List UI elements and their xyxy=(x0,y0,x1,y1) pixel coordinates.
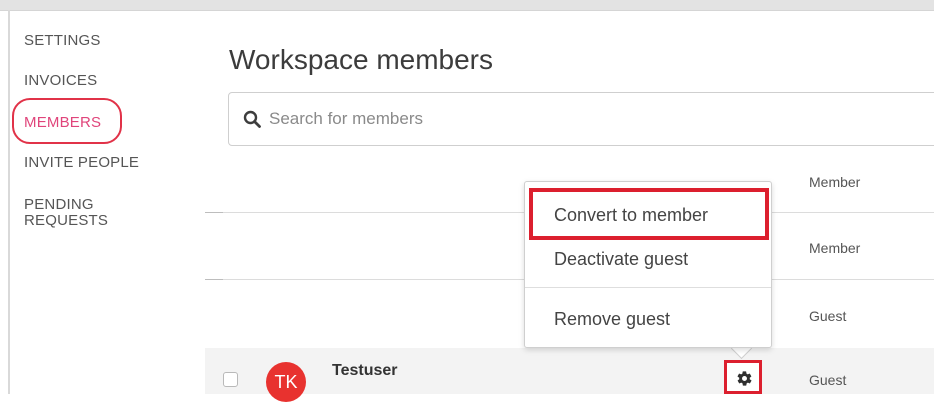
sidebar-item-invoices[interactable]: INVOICES xyxy=(24,73,97,89)
sidebar-item-settings[interactable]: SETTINGS xyxy=(24,33,101,49)
menu-item-deactivate-guest[interactable]: Deactivate guest xyxy=(554,249,688,270)
avatar: TK xyxy=(266,362,306,402)
member-name: Testuser xyxy=(332,362,398,379)
search-input[interactable] xyxy=(269,107,869,131)
guest-actions-menu: Convert to member Deactivate guest Remov… xyxy=(524,181,772,348)
menu-item-remove-guest[interactable]: Remove guest xyxy=(554,309,670,330)
sidebar-item-members[interactable]: MEMBERS xyxy=(24,115,101,131)
menu-divider xyxy=(525,287,771,288)
menu-item-convert-to-member[interactable]: Convert to member xyxy=(554,205,708,226)
member-role: Member xyxy=(809,174,861,190)
row-select-checkbox[interactable] xyxy=(223,372,238,387)
page-title: Workspace members xyxy=(229,43,494,75)
member-role: Guest xyxy=(809,308,847,324)
member-role: Member xyxy=(809,240,861,256)
left-divider xyxy=(8,10,10,394)
top-border-bar xyxy=(0,0,934,11)
sidebar-item-pending-requests[interactable]: PENDING REQUESTS xyxy=(24,197,108,229)
sidebar-item-invite-people[interactable]: INVITE PEOPLE xyxy=(24,155,139,171)
member-search-box[interactable] xyxy=(228,92,934,146)
member-settings-button[interactable] xyxy=(724,360,762,394)
table-row: TK Testuser Guest xyxy=(205,348,934,402)
search-icon xyxy=(243,110,261,128)
gear-icon xyxy=(737,371,752,386)
member-role: Guest xyxy=(809,372,847,388)
